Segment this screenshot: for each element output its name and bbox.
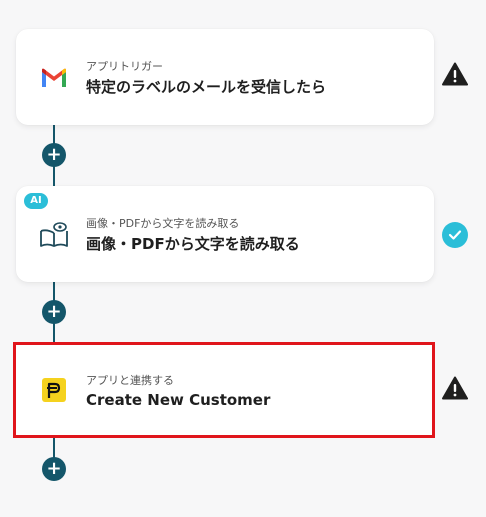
step-title: 特定のラベルのメールを受信したら: [86, 78, 327, 96]
step-type-label: 画像・PDFから文字を読み取る: [86, 217, 240, 230]
yoom-p-logo-icon: [38, 375, 70, 405]
step-type-label: アプリトリガー: [86, 60, 163, 73]
ai-badge: AI: [24, 193, 48, 209]
step-type-label: アプリと連携する: [86, 374, 174, 387]
step-title: 画像・PDFから文字を読み取る: [86, 235, 300, 253]
step-card-gmail-trigger[interactable]: アプリトリガー 特定のラベルのメールを受信したら: [16, 29, 434, 125]
workflow-canvas: + + + アプリトリガー 特定のラベルのメールを受信したら 画像・PDFから文…: [0, 0, 486, 517]
ocr-book-eye-icon: [38, 220, 70, 250]
step-card-ocr[interactable]: 画像・PDFから文字を読み取る 画像・PDFから文字を読み取る: [16, 186, 434, 282]
warning-icon: [442, 61, 468, 87]
add-step-button[interactable]: +: [42, 143, 66, 167]
warning-icon: [442, 375, 468, 401]
check-complete-icon: [442, 222, 468, 248]
add-step-button[interactable]: +: [42, 457, 66, 481]
step-title: Create New Customer: [86, 391, 271, 409]
add-step-button[interactable]: +: [42, 300, 66, 324]
step-card-create-customer[interactable]: アプリと連携する Create New Customer: [16, 345, 432, 435]
gmail-icon: [38, 63, 70, 93]
